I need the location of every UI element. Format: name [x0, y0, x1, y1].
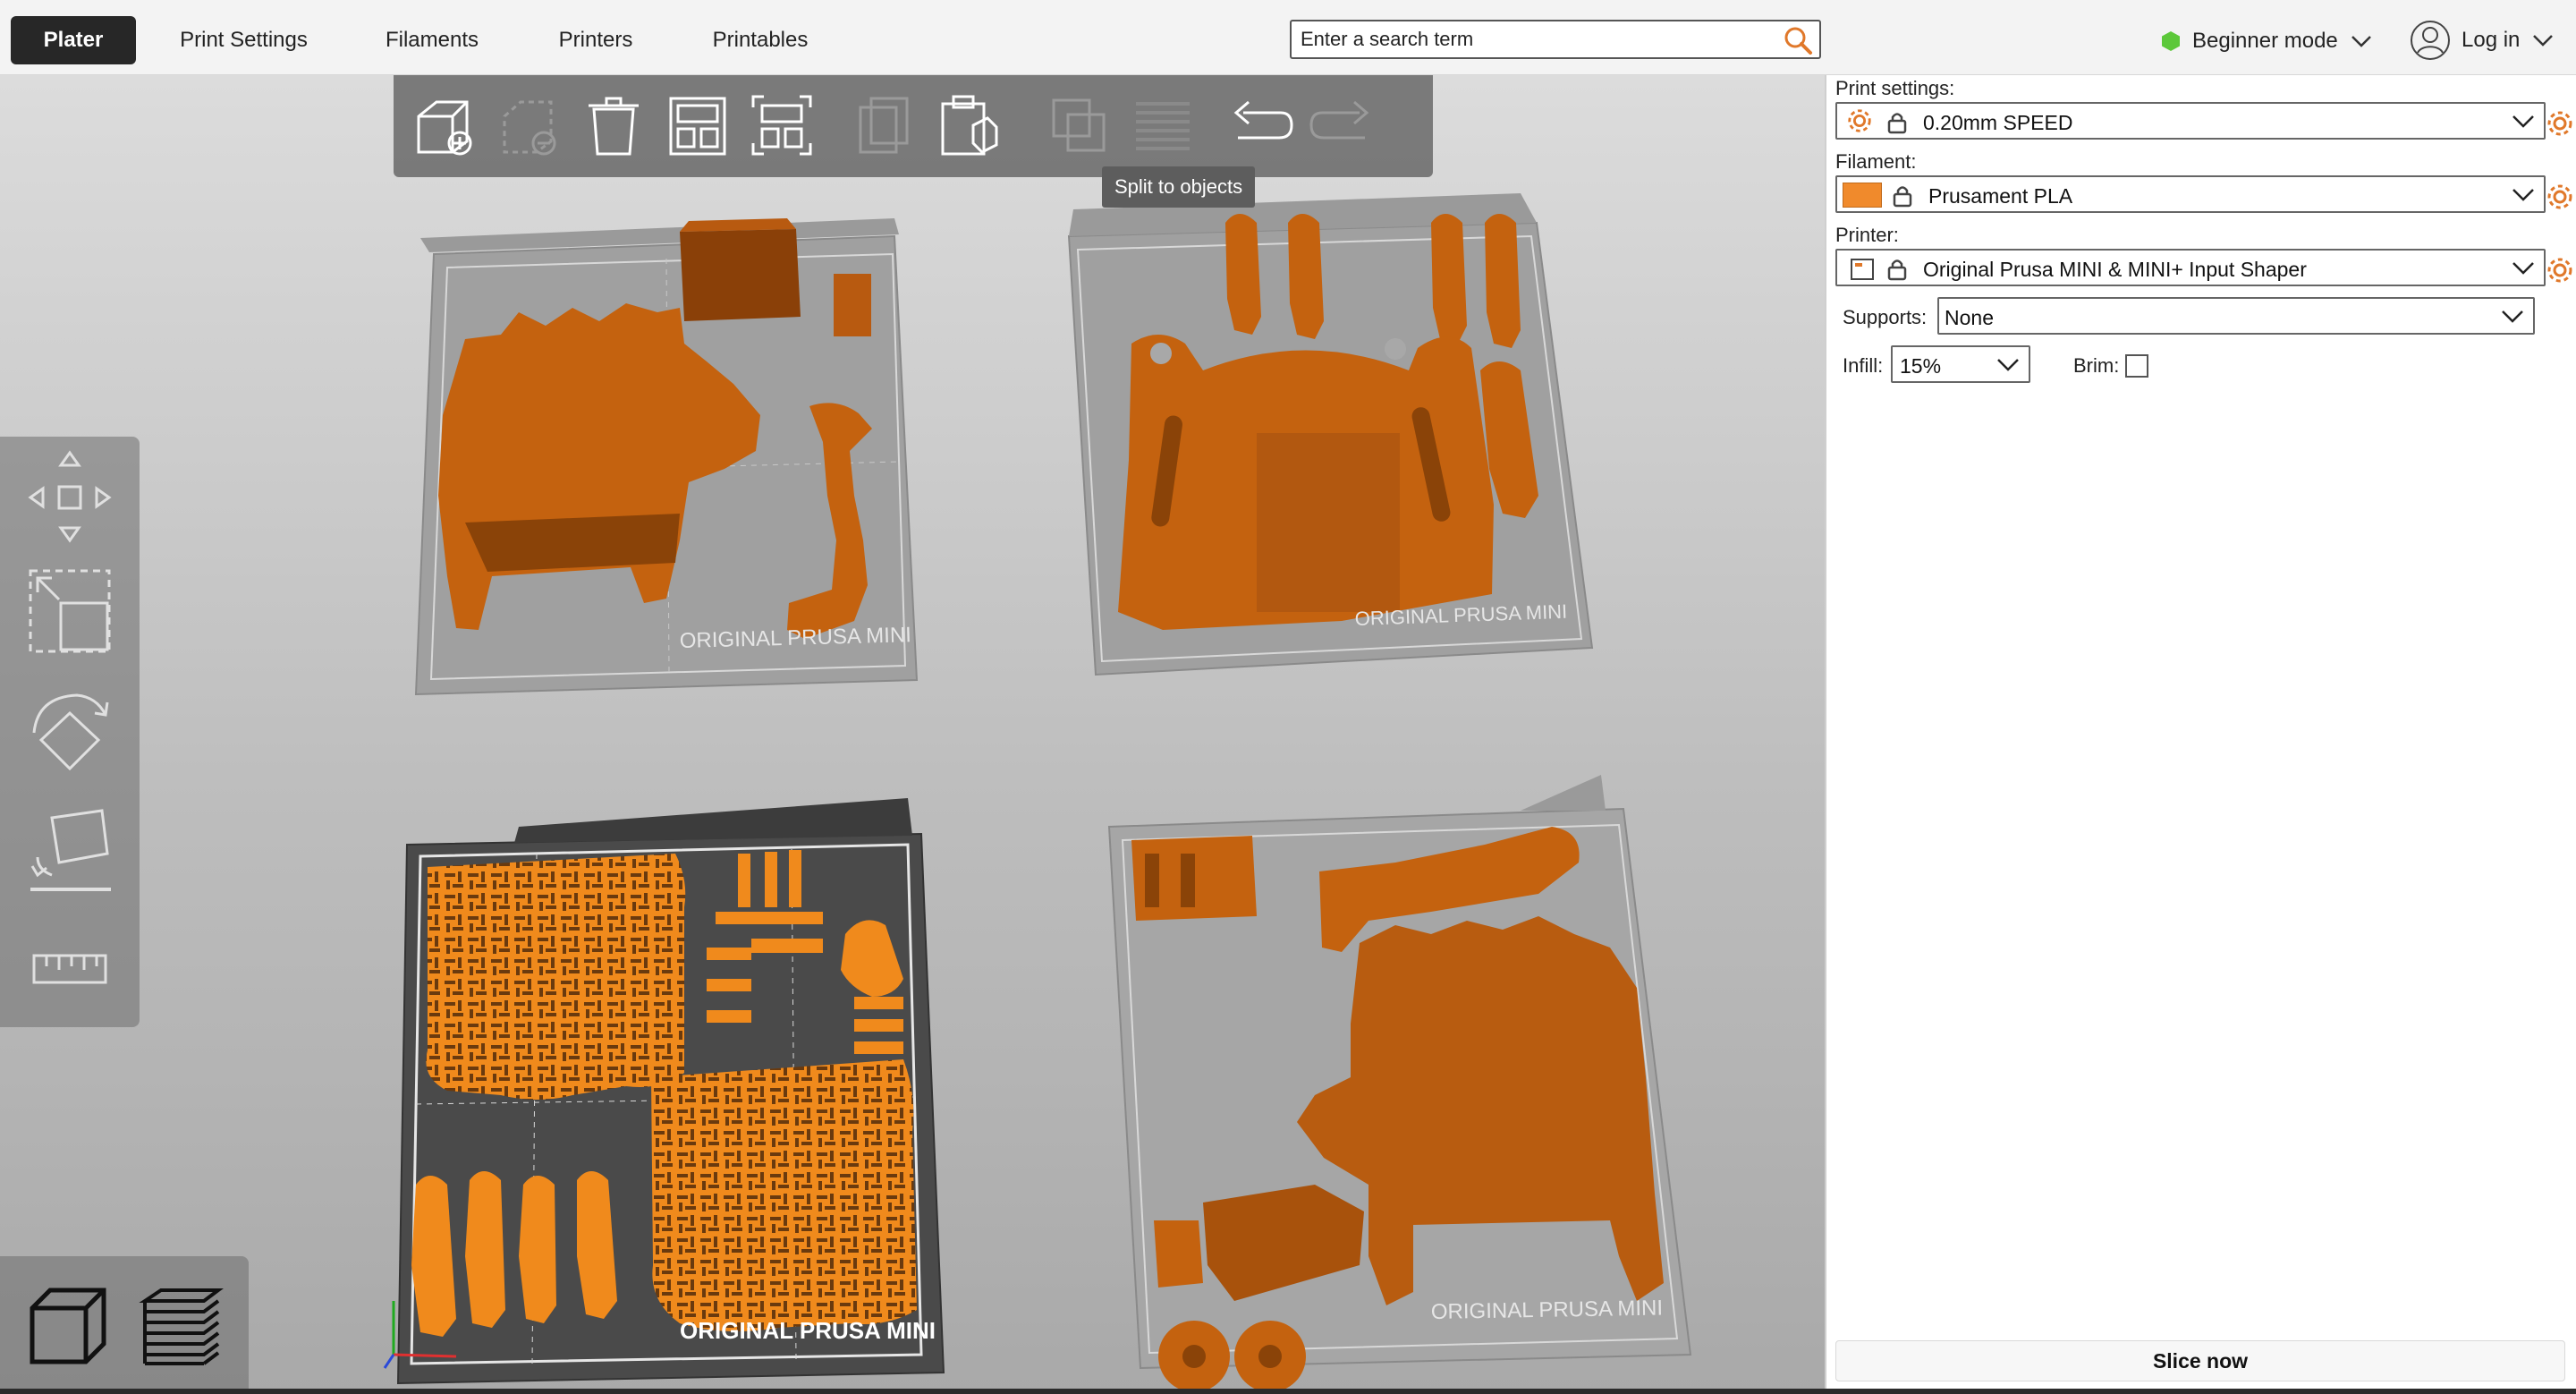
filament-color-swatch[interactable]: [1843, 183, 1882, 208]
tab-printers[interactable]: Printers: [542, 16, 649, 64]
filament-combo[interactable]: Prusament PLA: [1835, 175, 2546, 213]
measure-icon[interactable]: [25, 920, 114, 1018]
chevron-down-icon: [1997, 359, 2019, 371]
paste-icon[interactable]: [932, 89, 1004, 161]
build-plate-2[interactable]: ORIGINAL PRUSA MINI: [1067, 193, 1594, 676]
supports-label: Supports:: [1843, 306, 1928, 328]
chevron-down-icon: [2533, 35, 2554, 47]
undo-icon[interactable]: [1224, 89, 1295, 161]
gear-icon[interactable]: [2546, 183, 2574, 211]
search-box: [1290, 20, 1821, 59]
infill-value: 15%: [1900, 354, 1942, 378]
bed-label: ORIGINAL PRUSA MINI: [1431, 1296, 1664, 1324]
place-on-face-icon[interactable]: [25, 803, 114, 902]
toolbar-tooltip: Split to objects: [1102, 166, 1256, 208]
chevron-down-icon: [2512, 262, 2534, 275]
build-plate-1[interactable]: ORIGINAL PRUSA MINI: [414, 218, 919, 696]
filament-value: Prusament PLA: [1928, 184, 2073, 208]
lock-icon: [1887, 259, 1907, 281]
build-plate-4[interactable]: ORIGINAL PRUSA MINI: [1107, 775, 1692, 1392]
move-icon[interactable]: [25, 446, 114, 544]
settings-sidebar: Print settings: 0.20mm SPEED Filament: P…: [1825, 75, 2576, 1394]
chevron-down-icon: [2351, 36, 2371, 47]
brim-checkbox[interactable]: [2125, 354, 2148, 378]
gear-icon[interactable]: [2546, 256, 2574, 285]
user-icon: [2411, 21, 2450, 60]
top-bar: Plater Print Settings Filaments Printers…: [0, 0, 2576, 75]
tab-plater[interactable]: Plater: [11, 16, 136, 64]
slice-now-button[interactable]: Slice now: [1835, 1340, 2565, 1381]
tab-print-settings[interactable]: Print Settings: [161, 16, 326, 64]
gear-icon: [1848, 109, 1871, 132]
plater-toolbar: [394, 75, 1433, 177]
bed-label: ORIGINAL PRUSA MINI: [680, 1317, 936, 1344]
view-switcher: [0, 1256, 249, 1394]
rotate-icon[interactable]: [25, 683, 114, 781]
print-settings-value: 0.20mm SPEED: [1923, 111, 2073, 134]
tab-printables[interactable]: Printables: [699, 16, 821, 64]
brim-label: Brim:: [2073, 354, 2120, 377]
build-plate-3-selected[interactable]: ORIGINAL PRUSA MINI: [383, 798, 945, 1385]
printer-value: Original Prusa MINI & MINI+ Input Shaper: [1923, 258, 2307, 281]
infill-label: Infill:: [1843, 354, 1884, 377]
tab-filaments[interactable]: Filaments: [374, 16, 490, 64]
preview-layers-icon[interactable]: [136, 1281, 225, 1371]
arrange-icon[interactable]: [662, 89, 733, 161]
add-icon[interactable]: [410, 89, 481, 161]
search-icon[interactable]: [1782, 25, 1814, 55]
arrange-selection-icon[interactable]: [746, 89, 818, 161]
3d-viewport[interactable]: ORIGINAL PRUSA MINI ORIGINAL PRUSA MINI: [0, 75, 1825, 1394]
print-settings-combo[interactable]: 0.20mm SPEED: [1835, 102, 2546, 140]
mode-selector[interactable]: Beginner mode: [2160, 23, 2372, 59]
gear-icon[interactable]: [2546, 109, 2574, 138]
build-plates-scene[interactable]: ORIGINAL PRUSA MINI ORIGINAL PRUSA MINI: [0, 75, 1825, 1394]
redo-icon[interactable]: [1308, 89, 1379, 161]
gizmo-toolbar: [0, 437, 140, 1027]
search-input[interactable]: [1301, 25, 1766, 54]
scale-icon[interactable]: [25, 562, 114, 660]
supports-combo[interactable]: None: [1937, 297, 2535, 335]
printer-combo[interactable]: Original Prusa MINI & MINI+ Input Shaper: [1835, 249, 2546, 286]
mode-indicator-icon: [2162, 31, 2180, 51]
lock-icon: [1893, 186, 1912, 208]
login-button[interactable]: Log in: [2410, 20, 2554, 61]
chevron-down-icon: [2502, 310, 2523, 323]
chevron-down-icon: [2512, 189, 2534, 201]
supports-value: None: [1945, 306, 1994, 329]
infill-combo[interactable]: 15%: [1891, 345, 2030, 383]
chevron-down-icon: [2512, 115, 2534, 128]
delete-all-icon[interactable]: [578, 89, 649, 161]
lock-icon: [1887, 113, 1907, 134]
print-settings-label: Print settings:: [1835, 77, 1955, 99]
3d-view-icon[interactable]: [23, 1281, 113, 1371]
mode-label: Beginner mode: [2192, 29, 2338, 53]
layers-editing-icon[interactable]: [1127, 89, 1199, 161]
printer-label: Printer:: [1835, 224, 1899, 246]
delete-icon[interactable]: [494, 89, 565, 161]
window-bottom-edge: [0, 1389, 2576, 1394]
filament-label: Filament:: [1835, 150, 1917, 173]
printer-icon: [1851, 259, 1874, 280]
login-label: Log in: [2462, 28, 2521, 52]
split-to-objects-icon[interactable]: [1043, 89, 1114, 161]
copy-icon[interactable]: [848, 89, 919, 161]
